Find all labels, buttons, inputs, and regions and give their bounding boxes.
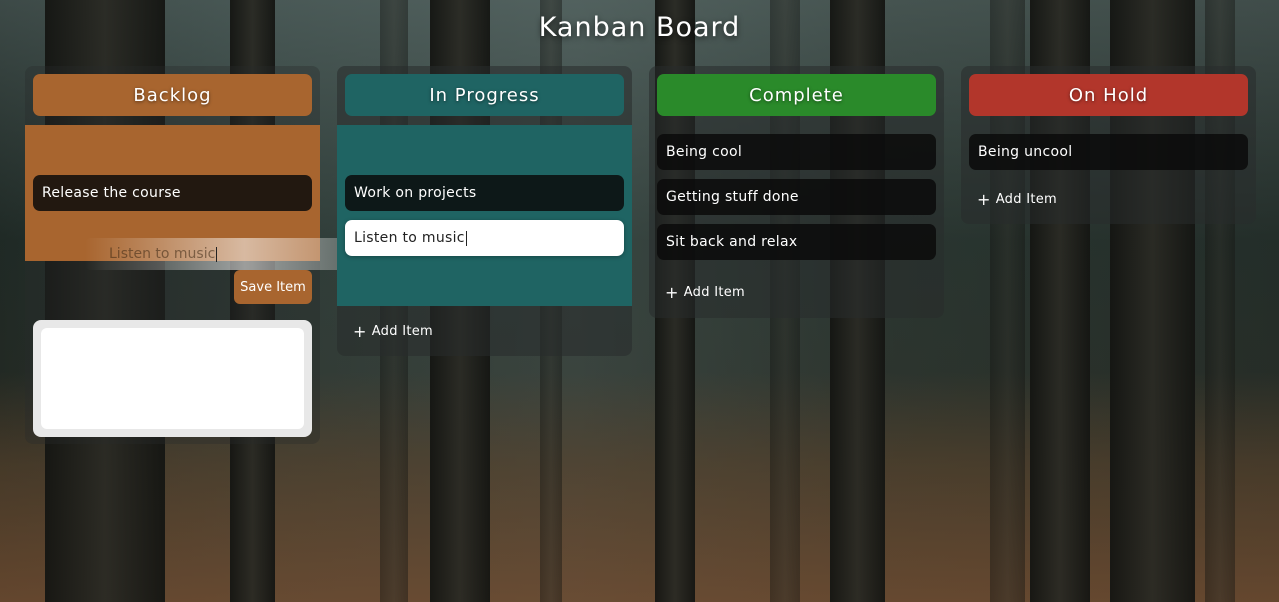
- page-title: Kanban Board: [538, 12, 741, 43]
- add-item-label: Add Item: [683, 285, 746, 300]
- text-caret: [216, 246, 218, 262]
- list-item[interactable]: Being uncool: [969, 134, 1248, 170]
- list-item-editing[interactable]: Listen to music: [345, 220, 624, 256]
- add-item-button[interactable]: + Add Item: [353, 322, 434, 341]
- add-item-label: Add Item: [371, 324, 434, 339]
- dragging-item[interactable]: Listen to music: [85, 238, 375, 270]
- list-item[interactable]: Getting stuff done: [657, 179, 936, 215]
- column-header-on-hold: On Hold: [969, 74, 1248, 116]
- plus-icon: +: [977, 190, 991, 209]
- add-item-button[interactable]: + Add Item: [977, 190, 1058, 209]
- list-item-label: Listen to music: [354, 230, 465, 246]
- dragging-item-label: Listen to music: [109, 246, 216, 262]
- list-item[interactable]: Being cool: [657, 134, 936, 170]
- column-backlog: Backlog Release the course Listen to mus…: [25, 66, 375, 444]
- column-in-progress: In Progress Work on projects Listen to m…: [337, 66, 632, 356]
- add-item-button[interactable]: + Add Item: [665, 283, 746, 302]
- plus-icon: +: [353, 322, 367, 341]
- in-progress-drop-area[interactable]: [337, 125, 632, 306]
- add-item-label: Add Item: [995, 192, 1058, 207]
- list-item[interactable]: Sit back and relax: [657, 224, 936, 260]
- list-item[interactable]: Release the course: [33, 175, 312, 211]
- column-header-in-progress: In Progress: [345, 74, 624, 116]
- column-header-complete: Complete: [657, 74, 936, 116]
- save-item-button[interactable]: Save Item: [234, 270, 312, 304]
- column-on-hold: On Hold Being uncool + Add Item: [961, 66, 1256, 224]
- column-header-backlog: Backlog: [33, 74, 312, 116]
- add-item-textarea[interactable]: [41, 328, 304, 429]
- add-item-container: [33, 320, 312, 437]
- text-caret: [465, 230, 467, 246]
- column-complete: Complete Being cool Getting stuff done S…: [649, 66, 944, 318]
- plus-icon: +: [665, 283, 679, 302]
- list-item[interactable]: Work on projects: [345, 175, 624, 211]
